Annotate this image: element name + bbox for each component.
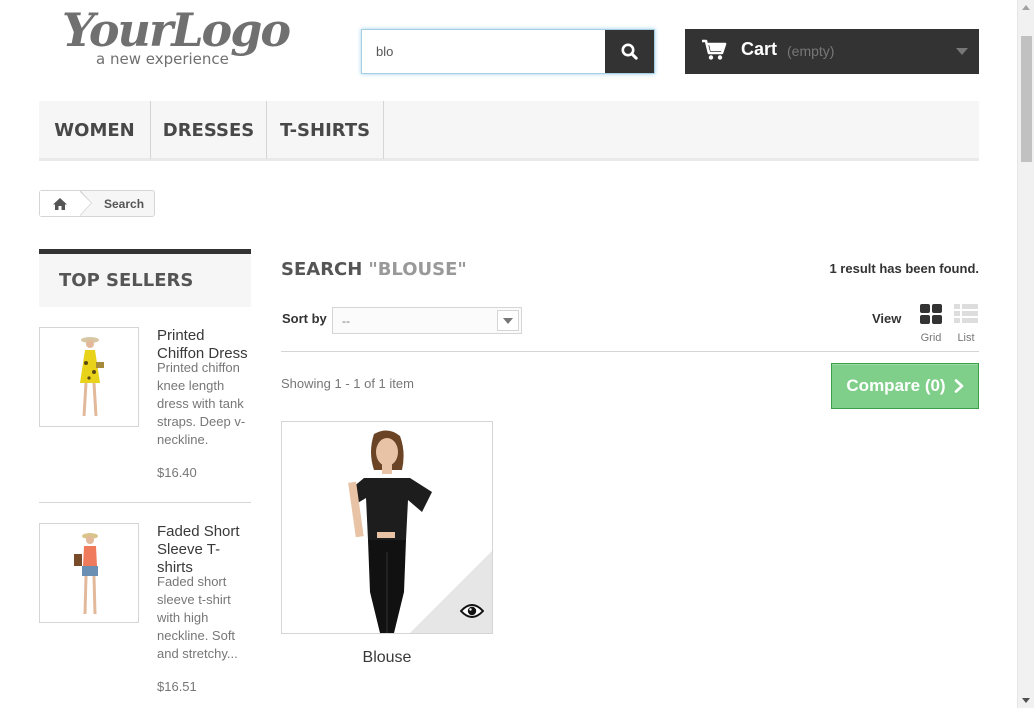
home-icon (53, 197, 67, 210)
view-grid-button[interactable]: Grid (918, 303, 944, 344)
menu-item-dresses[interactable]: DRESSES (151, 101, 267, 159)
quick-view-corner[interactable] (410, 551, 492, 633)
compare-label: Compare (0) (846, 376, 946, 395)
breadcrumb-current: Search (104, 197, 145, 211)
product-name[interactable]: Faded Short Sleeve T-shirts (157, 523, 253, 577)
product-price: $16.40 (157, 465, 197, 480)
scrollbar-thumb[interactable] (1021, 36, 1032, 162)
product-description: Printed chiffon knee length dress with t… (157, 360, 246, 447)
shopping-cart-icon (702, 39, 727, 60)
search-button[interactable] (605, 30, 654, 73)
product-card[interactable] (281, 421, 493, 634)
menu-item-women[interactable]: WOMEN (39, 101, 151, 159)
product-price: $16.51 (157, 679, 197, 694)
product-image (40, 524, 138, 622)
chevron-down-icon (956, 48, 968, 55)
scroll-down-arrow-icon[interactable] (1022, 698, 1030, 703)
view-list-label: List (957, 332, 975, 344)
product-thumbnail[interactable] (39, 327, 139, 427)
list-icon (954, 304, 978, 323)
top-sellers-title[interactable]: TOP SELLERS (39, 249, 251, 307)
pagination-summary: Showing 1 - 1 of 1 item (281, 376, 414, 391)
view-grid-label: Grid (920, 332, 942, 344)
chevron-down-icon (497, 310, 519, 331)
product-description: Faded short sleeve t-shirt with high nec… (157, 574, 238, 661)
view-list-button[interactable]: List (953, 303, 979, 344)
divider (39, 502, 251, 503)
search-box (361, 29, 655, 74)
search-query: "BLOUSE" (368, 259, 467, 280)
search-icon (621, 43, 638, 60)
svg-text:YourLogo: YourLogo (62, 3, 290, 57)
main-menu: WOMEN DRESSES T-SHIRTS (39, 101, 979, 161)
cart-title: Cart (741, 39, 778, 59)
svg-text:a new experience: a new experience (96, 50, 229, 68)
sort-value: -- (342, 314, 350, 328)
site-logo[interactable]: YourLogo a new experience (60, 2, 300, 68)
divider (281, 351, 979, 352)
breadcrumb-home[interactable] (40, 191, 80, 216)
results-count: 1 result has been found. (829, 261, 979, 276)
top-sellers-block: TOP SELLERS (39, 249, 251, 307)
breadcrumb: Search (39, 190, 155, 217)
product-name[interactable]: Blouse (281, 649, 493, 667)
grid-icon (920, 304, 942, 324)
chevron-right-icon (954, 379, 963, 393)
search-input[interactable] (362, 30, 606, 73)
eye-icon[interactable] (460, 603, 484, 619)
page-heading: SEARCH "BLOUSE" (281, 259, 467, 280)
page-scrollbar[interactable] (1017, 0, 1034, 708)
compare-button[interactable]: Compare (0) (831, 363, 979, 409)
cart-quantity: (empty) (787, 43, 835, 59)
cart-button[interactable]: Cart (empty) (685, 29, 979, 74)
heading-label: SEARCH (281, 259, 363, 280)
sort-label: Sort by (282, 311, 327, 326)
product-thumbnail[interactable] (39, 523, 139, 623)
scroll-up-arrow-icon[interactable] (1022, 5, 1030, 10)
product-image (40, 328, 138, 426)
view-label: View (872, 311, 902, 326)
sort-select[interactable]: -- (332, 307, 522, 334)
product-name[interactable]: Printed Chiffon Dress (157, 327, 253, 363)
menu-item-tshirts[interactable]: T-SHIRTS (267, 101, 384, 159)
